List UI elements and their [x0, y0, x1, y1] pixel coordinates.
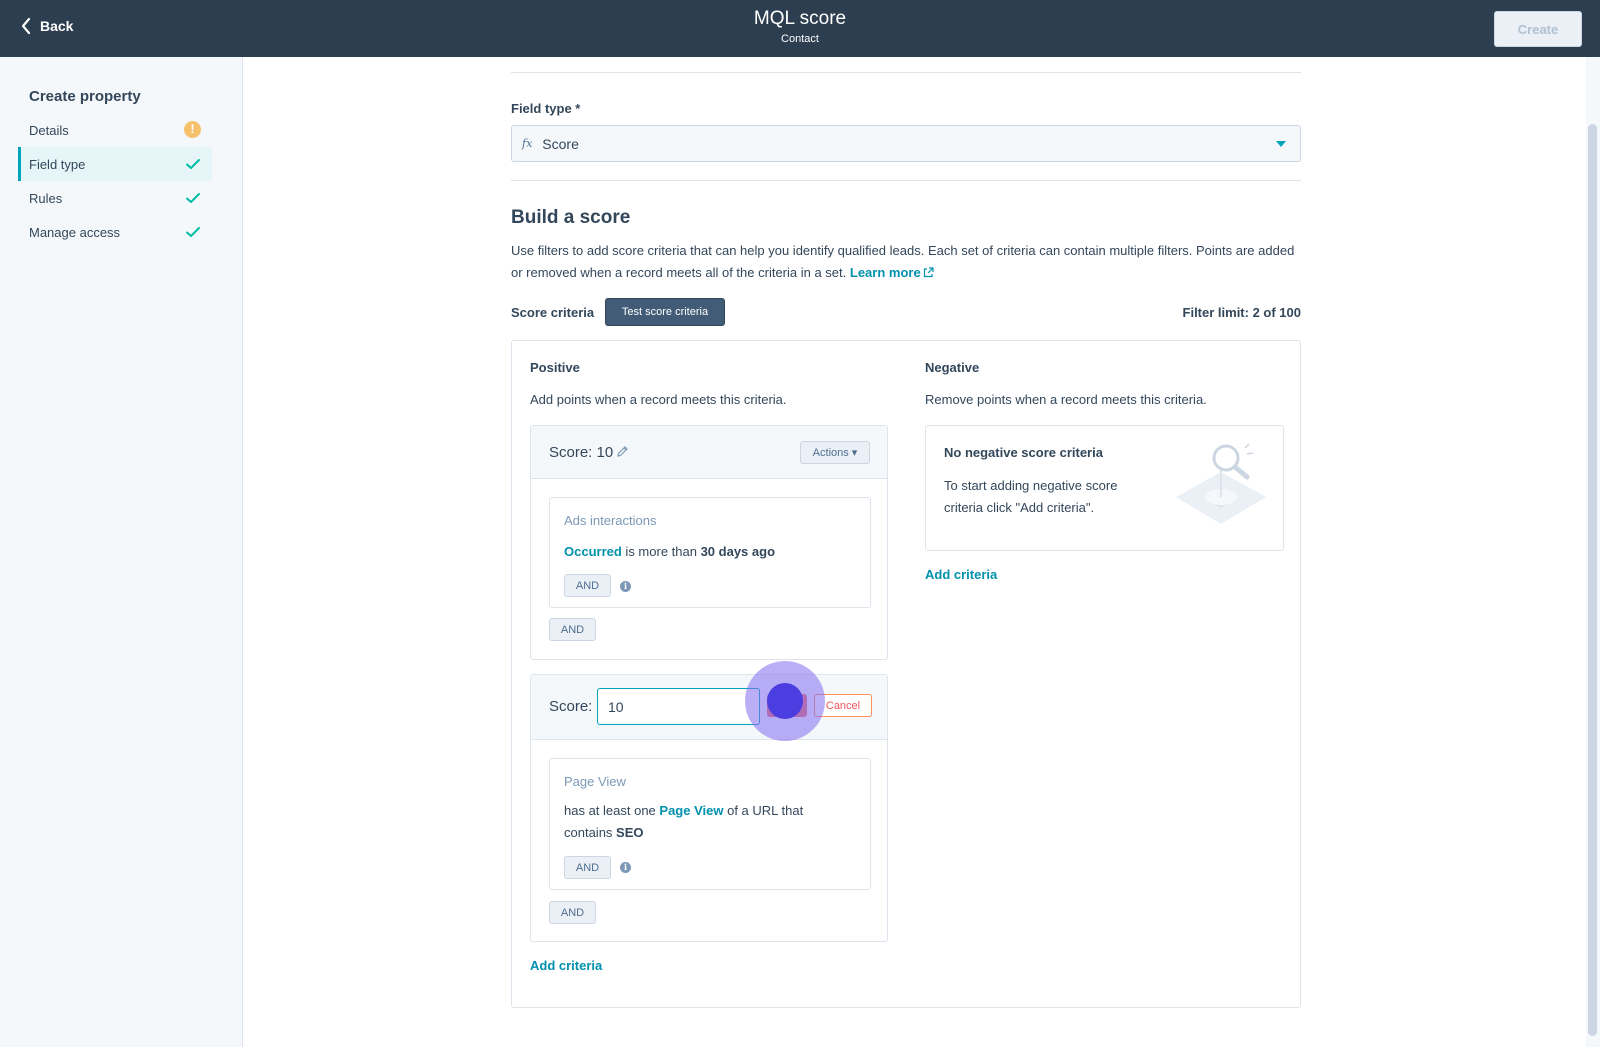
- sidebar-title: Create property: [29, 88, 141, 105]
- score-card: Score: 10 Actions ▾ Ads interactions Occ…: [530, 425, 888, 660]
- field-type-label: Field type *: [511, 101, 581, 116]
- and-filter-button[interactable]: AND: [564, 856, 611, 879]
- sidebar-item-field-type[interactable]: Field type: [18, 147, 212, 181]
- info-icon[interactable]: i: [620, 862, 631, 873]
- filter-rule-link[interactable]: Occurred: [564, 544, 622, 559]
- sidebar-item-manage-access[interactable]: Manage access: [18, 215, 212, 249]
- filter-limit: Filter limit: 2 of 100: [1182, 305, 1301, 320]
- divider: [511, 72, 1301, 73]
- sidebar-item-label: Field type: [29, 156, 86, 172]
- and-group-button[interactable]: AND: [549, 901, 596, 924]
- negative-title: Negative: [925, 360, 980, 375]
- click-indicator: [767, 683, 803, 719]
- test-score-criteria-button[interactable]: Test score criteria: [605, 298, 725, 326]
- criteria-container: Positive Add points when a record meets …: [511, 340, 1301, 1008]
- section-title: Build a score: [511, 207, 631, 228]
- filter-group: Page View has at least one Page View of …: [549, 758, 871, 890]
- info-icon[interactable]: i: [620, 581, 631, 592]
- sidebar-item-label: Manage access: [29, 224, 121, 240]
- empty-state-text: To start adding negative score criteria …: [944, 478, 1118, 515]
- section-description: Use filters to add score criteria that c…: [511, 240, 1301, 284]
- top-header: Back MQL score Contact Create: [0, 0, 1600, 57]
- divider: [511, 180, 1301, 181]
- learn-more-link[interactable]: Learn more: [850, 265, 934, 280]
- score-card-header: Score: 10 Actions ▾: [531, 426, 887, 479]
- add-positive-criteria-link[interactable]: Add criteria: [530, 958, 602, 973]
- positive-title: Positive: [530, 360, 580, 375]
- score-input[interactable]: [597, 688, 760, 725]
- field-type-select[interactable]: fx Score: [511, 125, 1301, 162]
- sidebar-item-details[interactable]: Details !: [18, 113, 212, 147]
- filter-rule: has at least one Page View of a URL that…: [564, 803, 804, 840]
- negative-description: Remove points when a record meets this c…: [925, 392, 1207, 407]
- score-label: Score:: [549, 698, 593, 715]
- actions-dropdown-button[interactable]: Actions ▾: [800, 441, 870, 464]
- score-card-header: Score: Cancel: [531, 661, 887, 741]
- empty-state-card: No negative score criteria To start addi…: [925, 425, 1284, 551]
- check-icon: [186, 227, 200, 237]
- page-subtitle: Contact: [781, 33, 819, 45]
- filter-title: Page View: [564, 774, 626, 789]
- positive-description: Add points when a record meets this crit…: [530, 392, 787, 407]
- score-card-editing: Score: Cancel Page View has at least one…: [530, 661, 888, 942]
- filter-rule: Occurred is more than 30 days ago: [564, 544, 776, 559]
- main-content: Field type * fx Score Build a score Use …: [243, 57, 1600, 1047]
- sidebar-item-label: Rules: [29, 190, 63, 206]
- create-button[interactable]: Create: [1494, 11, 1582, 47]
- and-group-button[interactable]: AND: [549, 618, 596, 641]
- pencil-icon[interactable]: [616, 445, 629, 458]
- filter-rule-link[interactable]: Page View: [659, 803, 723, 818]
- score-label: Score: 10: [549, 444, 614, 461]
- filter-group: Ads interactions Occurred is more than 3…: [549, 497, 871, 608]
- external-link-icon: [923, 267, 934, 278]
- and-filter-button[interactable]: AND: [564, 574, 611, 597]
- page-title: MQL score: [753, 8, 847, 29]
- score-criteria-label: Score criteria: [511, 305, 595, 320]
- filter-title: Ads interactions: [564, 513, 657, 528]
- sidebar-item-rules[interactable]: Rules: [18, 181, 212, 215]
- add-negative-criteria-link[interactable]: Add criteria: [925, 567, 997, 582]
- sidebar-item-label: Details: [29, 122, 69, 138]
- caret-down-icon: [1276, 141, 1286, 147]
- field-type-value: Score: [542, 135, 579, 152]
- sidebar: Create property Details ! Field type Rul…: [0, 57, 243, 1047]
- magnifier-illustration-icon: [1176, 443, 1266, 524]
- function-icon: fx: [522, 137, 533, 150]
- empty-state-title: No negative score criteria: [944, 445, 1103, 460]
- check-icon: [186, 193, 200, 203]
- header-title-group: MQL score Contact: [0, 8, 1600, 45]
- check-icon: [186, 159, 200, 169]
- warning-icon: !: [184, 121, 202, 139]
- scrollbar-thumb[interactable]: [1588, 124, 1597, 1036]
